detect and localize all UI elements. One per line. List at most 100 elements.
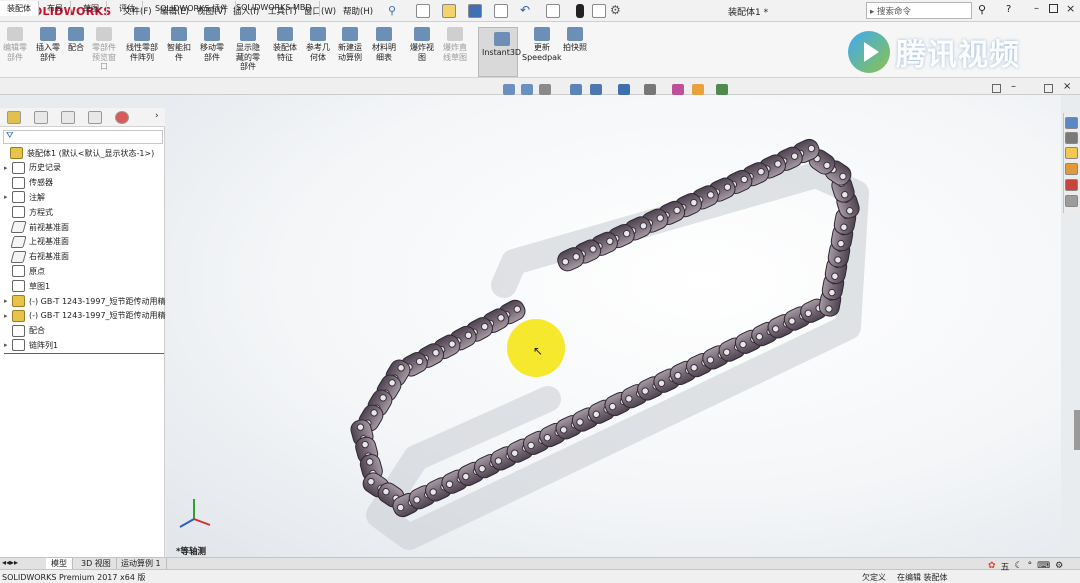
tab-assembly[interactable]: 装配体 [0, 1, 39, 16]
tree-item-0[interactable]: 装配体1 (默认<默认_显示状态-1>) [2, 146, 154, 160]
tree-expand-icon[interactable]: ▸ [4, 193, 12, 201]
tree-item-5[interactable]: 前视基准面 [4, 220, 69, 234]
tree-filter-input[interactable]: ⛛ [3, 130, 163, 144]
tree-expand-icon[interactable]: ▸ [4, 312, 12, 320]
minimize-icon[interactable]: – [1034, 3, 1039, 14]
paw-icon[interactable]: ✿ [988, 561, 996, 571]
cmd-button-4[interactable]: 线性零部 件阵列 [126, 27, 158, 62]
search-icon[interactable]: ⚲ [978, 3, 986, 16]
design-library-icon[interactable] [1065, 132, 1078, 144]
tab-layout[interactable]: 布局 [40, 1, 71, 16]
display-manager-tab-icon[interactable] [115, 111, 129, 124]
cmd-button-7[interactable]: 显示隐 藏的零 部件 [236, 27, 260, 72]
tree-item-4[interactable]: 方程式 [4, 205, 53, 219]
options-gear-icon[interactable]: ⚙ [610, 3, 621, 17]
status-editing: 在编辑 装配体 [897, 573, 948, 582]
cmd-button-5[interactable]: 智能扣 件 [167, 27, 191, 62]
tab-sketch[interactable]: 草图 [76, 1, 107, 16]
custom-properties-icon[interactable] [1065, 195, 1078, 207]
save-icon[interactable] [468, 4, 482, 18]
viewport-minimize-icon[interactable]: – [1011, 81, 1016, 92]
search-input[interactable]: ▸ 搜索命令 [866, 2, 972, 19]
ime-mode[interactable]: 五 [1001, 560, 1010, 573]
tree-item-11[interactable]: ▸ (-) GB-T 1243-1997_短节距传动用精 [4, 309, 166, 323]
tree-item-6[interactable]: 上视基准面 [4, 235, 69, 249]
cmd-button-1[interactable]: 插入零 部件 [36, 27, 60, 62]
tree-item-9[interactable]: 草图1 [4, 279, 50, 293]
tree-item-7[interactable]: 右视基准面 [4, 250, 69, 264]
appearances-icon[interactable] [1065, 179, 1078, 191]
tab-mbd[interactable]: SOLIDWORKS MBD [229, 1, 320, 16]
display-style-icon[interactable] [644, 84, 656, 95]
tab-motion-study[interactable]: 运动算例 1 [116, 558, 167, 569]
select-cursor-icon[interactable] [546, 4, 560, 18]
file-properties-icon[interactable] [592, 4, 606, 18]
pin-icon[interactable]: ⚲ [388, 4, 396, 17]
tree-item-12[interactable]: 配合 [4, 324, 45, 338]
tab-addins[interactable]: SOLIDWORKS 插件 [148, 1, 236, 16]
section-view-icon[interactable] [570, 84, 582, 95]
edit-appearance-icon[interactable] [692, 84, 704, 95]
cmd-button-16[interactable]: 拍快照 [563, 27, 587, 53]
cmd-button-11[interactable]: 材料明 细表 [372, 27, 396, 62]
dimxpert-tab-icon[interactable] [88, 111, 102, 124]
cmd-button-0[interactable]: 编辑零 部件 [3, 27, 27, 62]
view-palette-icon[interactable] [1065, 163, 1078, 175]
cmd-button-3[interactable]: 零部件 预览窗 口 [92, 27, 116, 72]
zoom-area-icon[interactable] [521, 84, 533, 95]
punctuation-icon[interactable]: ° [1028, 561, 1033, 571]
panel-expand-icon[interactable]: › [155, 111, 159, 121]
cmd-button-13[interactable]: 爆炸直 线草图 [443, 27, 467, 62]
hide-show-items-icon[interactable] [672, 84, 684, 95]
previous-view-icon[interactable] [539, 84, 551, 95]
settings-icon[interactable]: ⚙ [1055, 561, 1063, 571]
cmd-button-2[interactable]: 配合 [68, 27, 84, 53]
view-orientation-icon[interactable] [618, 84, 630, 95]
feature-tree-tab-icon[interactable] [7, 111, 21, 124]
tree-item-10[interactable]: ▸ (-) GB-T 1243-1997_短节距传动用精 [4, 294, 166, 308]
keyboard-icon[interactable]: ⌨ [1037, 561, 1050, 571]
graphics-viewport[interactable] [166, 95, 1061, 557]
tree-expand-icon[interactable]: ▸ [4, 341, 12, 349]
tab-evaluate[interactable]: 评估 [112, 1, 143, 16]
tree-item-13[interactable]: ▸ 链阵列1 [4, 338, 58, 352]
viewport-maximize-icon[interactable] [1044, 84, 1053, 93]
tab-3d-view[interactable]: 3D 视图 [76, 558, 117, 569]
tab-scroll-arrows-icon[interactable]: ◂◂▸▸ [2, 558, 18, 567]
tree-item-3[interactable]: ▸ 注解 [4, 190, 45, 204]
open-folder-icon[interactable] [442, 4, 456, 18]
taskpane-scroll-handle[interactable] [1074, 410, 1080, 450]
viewport-close-icon[interactable]: × [1063, 81, 1071, 92]
help-icon[interactable]: ? [1006, 4, 1011, 15]
cmd-button-9[interactable]: 参考几 何体 [306, 27, 330, 62]
cmd-button-14[interactable]: Instant3D [482, 32, 521, 58]
cmd-button-12[interactable]: 爆炸视 图 [410, 27, 434, 62]
undo-icon[interactable]: ↶ [520, 3, 530, 17]
file-explorer-icon[interactable] [1065, 147, 1078, 159]
moon-icon[interactable]: ☾ [1015, 561, 1023, 571]
dynamic-annotation-icon[interactable] [590, 84, 602, 95]
configuration-tab-icon[interactable] [61, 111, 75, 124]
cmd-button-15[interactable]: 更新 Speedpak [522, 27, 562, 62]
tab-model[interactable]: 模型 [46, 558, 73, 569]
tree-expand-icon[interactable]: ▸ [4, 164, 12, 172]
view-settings-icon[interactable] [716, 84, 728, 95]
maximize-icon[interactable] [1049, 4, 1058, 13]
traffic-light-icon[interactable] [576, 4, 584, 18]
cmd-button-6[interactable]: 移动零 部件 [200, 27, 224, 62]
rollback-bar[interactable] [4, 353, 164, 354]
cmd-button-8[interactable]: 装配体 特征 [273, 27, 297, 62]
tree-item-1[interactable]: ▸ 历史记录 [4, 161, 61, 175]
property-manager-tab-icon[interactable] [34, 111, 48, 124]
tree-item-2[interactable]: 传感器 [4, 176, 53, 190]
tree-item-8[interactable]: 原点 [4, 264, 45, 278]
close-icon[interactable]: × [1066, 2, 1075, 15]
print-icon[interactable] [494, 4, 508, 18]
viewport-restore-icon[interactable] [992, 84, 1001, 93]
sw-resources-icon[interactable] [1065, 117, 1078, 129]
menu-help[interactable]: 帮助(H) [343, 5, 373, 17]
zoom-to-fit-icon[interactable] [503, 84, 515, 95]
tree-expand-icon[interactable]: ▸ [4, 297, 12, 305]
new-document-icon[interactable] [416, 4, 430, 18]
cmd-button-10[interactable]: 新建运 动算例 [338, 27, 362, 62]
